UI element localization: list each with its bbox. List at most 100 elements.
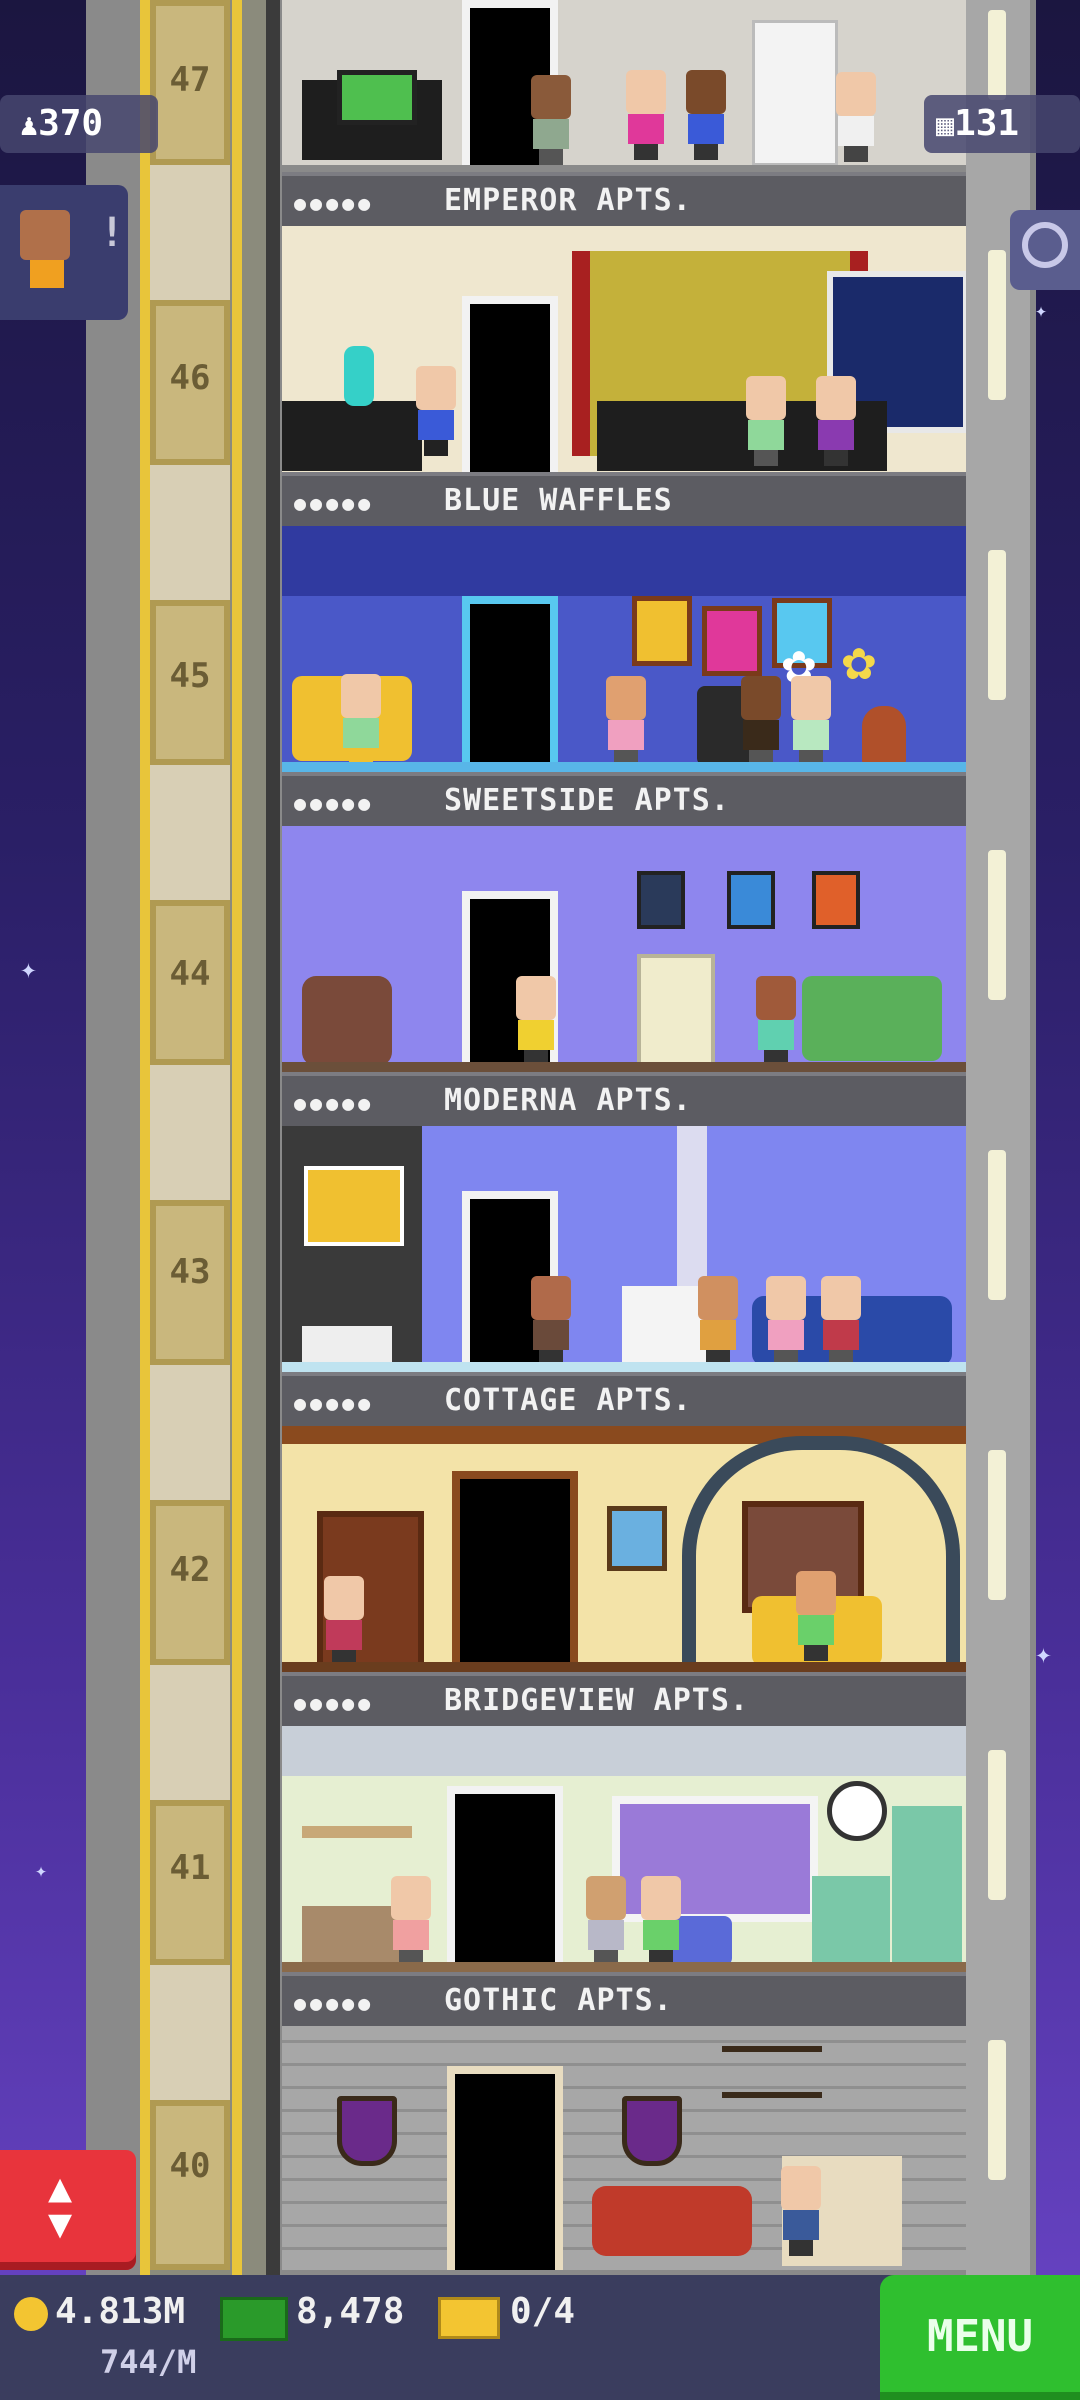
floor-name: MODERNA APTS. bbox=[444, 1083, 692, 1118]
clock-icon bbox=[827, 1781, 887, 1841]
shaft-gap bbox=[150, 1065, 230, 1200]
floor-name: EMPEROR APTS. bbox=[444, 183, 692, 218]
resident[interactable] bbox=[412, 366, 460, 456]
arcade-machine bbox=[637, 954, 715, 1067]
floor-room[interactable] bbox=[282, 0, 966, 165]
population-value: 370 bbox=[38, 103, 104, 144]
resident[interactable] bbox=[682, 70, 730, 160]
resident[interactable] bbox=[387, 1876, 435, 1966]
resident-slots-icon: ●●●●● bbox=[294, 1391, 375, 1415]
floor-room[interactable] bbox=[282, 1726, 966, 1974]
floor-number: 43 bbox=[169, 1252, 211, 1292]
resident-slots-icon: ●●●●● bbox=[294, 1691, 375, 1715]
resident[interactable] bbox=[527, 1276, 575, 1366]
floor-name-bar[interactable]: ●●●●● BRIDGEVIEW APTS. bbox=[282, 1672, 966, 1726]
floor-room[interactable] bbox=[282, 826, 966, 1074]
tower-light bbox=[988, 1450, 1006, 1600]
tower-divider bbox=[266, 0, 280, 2275]
menu-button[interactable]: MENU bbox=[880, 2275, 1080, 2400]
vase bbox=[344, 346, 374, 406]
floors-counter[interactable]: ▦131 bbox=[924, 95, 1080, 153]
resident[interactable] bbox=[337, 674, 385, 764]
elevator-rail bbox=[140, 0, 150, 2275]
coin-icon bbox=[14, 2297, 48, 2331]
resident[interactable] bbox=[742, 376, 790, 466]
bottom-status-bar: 4.813M 744/M 8,478 0/4 MENU bbox=[0, 2275, 1080, 2400]
resident[interactable] bbox=[787, 676, 835, 766]
tickets-value: 0/4 bbox=[510, 2291, 576, 2332]
floor-name: GOTHIC APTS. bbox=[444, 1983, 673, 2018]
resident[interactable] bbox=[512, 976, 560, 1066]
tower-light bbox=[988, 850, 1006, 1000]
search-button[interactable] bbox=[1010, 210, 1080, 290]
resident-notification-button[interactable]: ! bbox=[0, 185, 128, 320]
picture-frame bbox=[727, 871, 775, 929]
resident[interactable] bbox=[637, 1876, 685, 1966]
sofa bbox=[282, 401, 422, 471]
sofa bbox=[592, 2186, 752, 2256]
flower-pot bbox=[862, 706, 906, 766]
floor-name-bar[interactable]: ●●●●● MODERNA APTS. bbox=[282, 1072, 966, 1126]
resident-slots-icon: ●●●●● bbox=[294, 191, 375, 215]
star-decoration: ✦ bbox=[1035, 1637, 1052, 1670]
tower-light bbox=[988, 10, 1006, 100]
floor-room[interactable] bbox=[282, 226, 966, 474]
resident[interactable] bbox=[582, 1876, 630, 1966]
resident[interactable] bbox=[762, 1276, 810, 1366]
ceiling bbox=[282, 1726, 966, 1776]
floors-grid-icon: ▦ bbox=[936, 108, 955, 143]
abstract-painting bbox=[304, 1166, 404, 1246]
tv bbox=[337, 70, 417, 125]
star-decoration: ✦ bbox=[35, 1858, 48, 1882]
resident[interactable] bbox=[622, 70, 670, 160]
alert-icon: ! bbox=[100, 210, 125, 256]
sofa bbox=[802, 976, 942, 1061]
shaft-gap bbox=[150, 465, 230, 600]
floor-room[interactable] bbox=[282, 1126, 966, 1374]
coins-rate: 744/M bbox=[100, 2343, 197, 2381]
floor-name-bar[interactable]: ●●●●● EMPEROR APTS. bbox=[282, 172, 966, 226]
resident[interactable] bbox=[812, 376, 860, 466]
population-counter[interactable]: ♟370 bbox=[0, 95, 158, 153]
coins-value: 4.813M bbox=[55, 2291, 186, 2332]
menu-label: MENU bbox=[927, 2311, 1033, 2362]
floor-room[interactable] bbox=[282, 2026, 966, 2270]
elevator-arrows-icon: ▲ ▼ bbox=[47, 2165, 73, 2247]
picture-frame bbox=[637, 871, 685, 929]
resident[interactable] bbox=[752, 976, 800, 1066]
resident-slots-icon: ●●●●● bbox=[294, 1991, 375, 2015]
shaft-gap bbox=[150, 765, 230, 900]
bux-value: 8,478 bbox=[296, 2291, 405, 2332]
tower-light bbox=[988, 250, 1006, 400]
resident[interactable] bbox=[737, 676, 785, 766]
shaft-gap bbox=[150, 1365, 230, 1500]
resident[interactable] bbox=[832, 72, 880, 162]
resident-slots-icon: ●●●●● bbox=[294, 1091, 375, 1115]
resident[interactable] bbox=[777, 2166, 825, 2256]
floor-name-bar[interactable]: ●●●●● GOTHIC APTS. bbox=[282, 1972, 966, 2026]
resident[interactable] bbox=[527, 75, 575, 165]
resident[interactable] bbox=[694, 1276, 742, 1366]
search-icon bbox=[1022, 222, 1068, 268]
elevator-button[interactable]: ▲ ▼ bbox=[0, 2150, 136, 2270]
resident[interactable] bbox=[792, 1571, 840, 1661]
room-door bbox=[447, 2066, 563, 2270]
chandelier bbox=[722, 2046, 822, 2098]
resident[interactable] bbox=[602, 676, 650, 766]
floor-name-bar[interactable]: ●●●●● BLUE WAFFLES bbox=[282, 472, 966, 526]
floor-name-bar[interactable]: ●●●●● COTTAGE APTS. bbox=[282, 1372, 966, 1426]
floor-name-bar[interactable]: ●●●●● SWEETSIDE APTS. bbox=[282, 772, 966, 826]
floor-name: BLUE WAFFLES bbox=[444, 483, 673, 518]
floor-room[interactable] bbox=[282, 1426, 966, 1674]
resident-slots-icon: ●●●●● bbox=[294, 491, 375, 515]
resident[interactable] bbox=[320, 1576, 368, 1666]
star-decoration: ✦ bbox=[1035, 298, 1048, 322]
tower-light bbox=[988, 1750, 1006, 1900]
shield-icon bbox=[622, 2096, 682, 2166]
floor-number: 42 bbox=[169, 1550, 211, 1590]
floor-room[interactable]: ✿ ✿ bbox=[282, 526, 966, 774]
fridge bbox=[892, 1806, 962, 1966]
chimney-pipe bbox=[677, 1126, 707, 1286]
resident[interactable] bbox=[817, 1276, 865, 1366]
floor-name: SWEETSIDE APTS. bbox=[444, 783, 730, 818]
